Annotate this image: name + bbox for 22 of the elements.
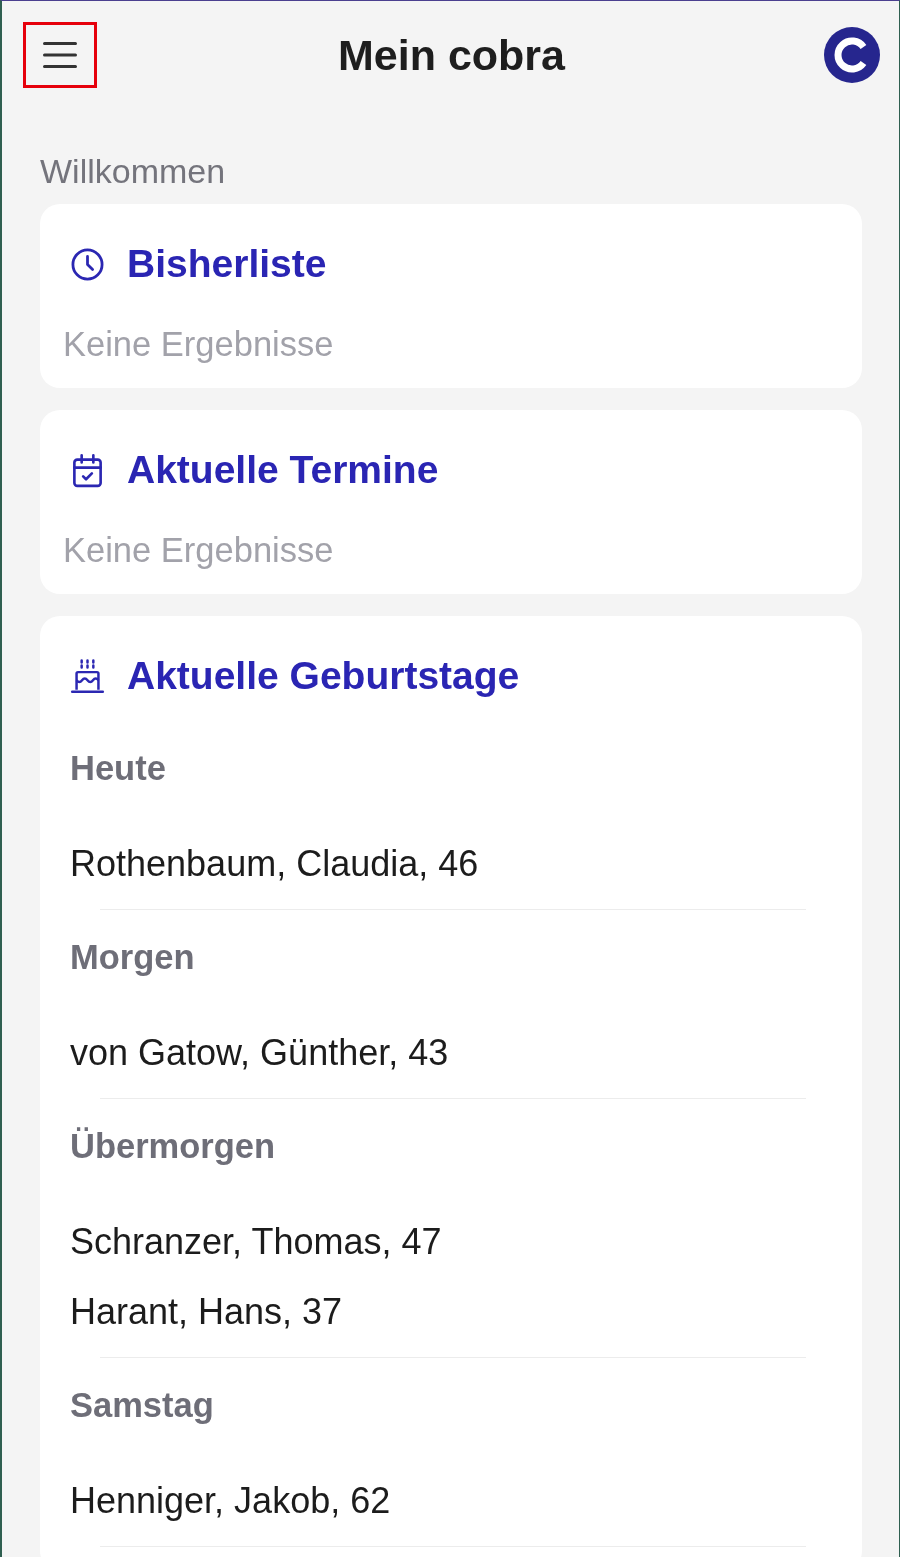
birthday-entry[interactable]: Henniger, Jakob, 62	[70, 1481, 391, 1521]
day-heading: Morgen	[70, 937, 195, 977]
logo-icon	[824, 27, 880, 83]
day-heading: Samstag	[70, 1385, 214, 1425]
cake-icon	[70, 658, 105, 694]
birthday-entry[interactable]: Schranzer, Thomas, 47	[70, 1222, 442, 1262]
menu-button[interactable]	[23, 22, 97, 88]
card-title: Aktuelle Termine	[127, 448, 439, 492]
birthday-entry[interactable]: Rothenbaum, Claudia, 46	[70, 844, 479, 884]
section-label: Willkommen	[40, 151, 226, 191]
menu-icon	[43, 42, 77, 68]
birthday-entry[interactable]: von Gatow, Günther, 43	[70, 1033, 449, 1073]
day-heading: Übermorgen	[70, 1126, 276, 1166]
day-heading: Heute	[70, 748, 166, 788]
card-title: Aktuelle Geburtstage	[127, 654, 520, 698]
card-title: Bisherliste	[127, 242, 327, 286]
empty-message: Keine Ergebnisse	[63, 530, 334, 570]
calendar-check-icon	[70, 452, 105, 488]
birthday-entry[interactable]: Harant, Hans, 37	[70, 1292, 343, 1332]
empty-message: Keine Ergebnisse	[63, 324, 334, 364]
clock-icon	[70, 246, 105, 282]
app-title: Mein cobra	[338, 30, 565, 80]
